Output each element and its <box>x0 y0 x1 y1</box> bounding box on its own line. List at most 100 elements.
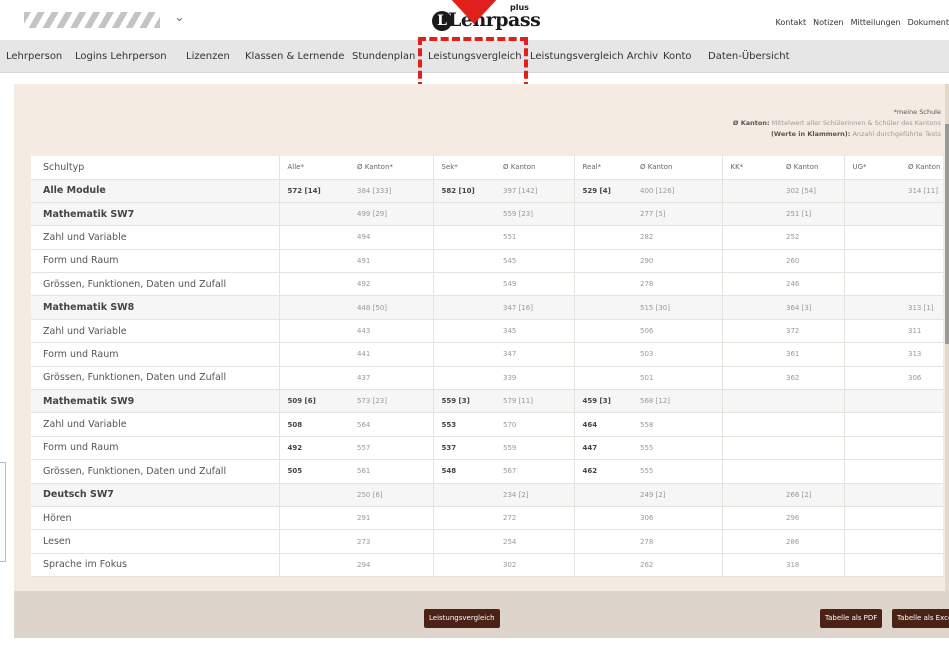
column-header: Alle* <box>278 156 353 180</box>
row-label: Mathematik SW8 <box>31 295 279 320</box>
kanton-value-cell <box>782 459 844 484</box>
school-value-cell <box>573 202 636 227</box>
legend-label-kanton: Ø Kanton: <box>732 119 770 127</box>
school-value-cell <box>432 366 499 391</box>
link-notizen[interactable]: Notizen <box>813 18 843 27</box>
school-value-cell <box>721 249 782 274</box>
table-row: Lesen 273 254 278 286 <box>31 529 943 554</box>
legend-line-2: Ø Kanton: Mittelwert aller Schülerinnen … <box>733 118 941 129</box>
column-header: Real* <box>573 156 636 180</box>
link-kontakt[interactable]: Kontakt <box>776 18 807 27</box>
kanton-value-cell: 491 <box>353 249 433 274</box>
school-value-cell <box>432 483 499 507</box>
school-value-cell <box>573 553 636 578</box>
table-row: Hören 291 272 306 296 <box>31 506 943 531</box>
school-value-cell <box>573 319 636 344</box>
link-mitteilungen[interactable]: Mitteilungen <box>851 18 901 27</box>
school-value-cell <box>843 225 904 250</box>
row-label: Zahl und Variable <box>31 225 279 250</box>
school-value-cell: 548 <box>432 459 499 484</box>
table-row: Zahl und Variable 508 564 553 570 464 558 <box>31 412 943 437</box>
nav-item-konto[interactable]: Konto <box>663 51 692 62</box>
leistungsvergleich-button[interactable]: Leistungsvergleich <box>424 609 500 628</box>
kanton-value-cell: 249 [2] <box>636 483 722 507</box>
school-value-cell: 537 <box>432 436 499 461</box>
school-value-cell <box>573 506 636 531</box>
nav-item-stundenplan[interactable]: Stundenplan <box>352 51 415 62</box>
table-row: Grössen, Funktionen, Daten und Zufall 505… <box>31 459 943 484</box>
school-value-cell <box>843 342 904 367</box>
kanton-value-cell: 311 <box>904 319 943 344</box>
row-label: Zahl und Variable <box>31 319 279 344</box>
top-bar: ⌄ L Lehrpass plus Kontakt Notizen Mittei… <box>0 0 949 40</box>
scrollbar[interactable] <box>945 84 949 591</box>
kanton-value-cell <box>904 389 943 414</box>
school-value-cell <box>843 483 904 507</box>
nav-item-klassen-lernende[interactable]: Klassen & Lernende <box>245 51 344 62</box>
school-value-cell <box>721 553 782 578</box>
kanton-value-cell <box>782 412 844 437</box>
kanton-value-cell: 294 <box>353 553 433 578</box>
kanton-value-cell: 339 <box>499 366 574 391</box>
export-excel-button[interactable]: Tabelle als Exce <box>892 609 949 628</box>
kanton-value-cell: 262 <box>636 553 722 578</box>
export-pdf-button[interactable]: Tabelle als PDF <box>820 609 883 628</box>
brand-plus: plus <box>510 3 529 12</box>
chevron-down-icon[interactable]: ⌄ <box>174 10 185 25</box>
school-value-cell <box>432 272 499 297</box>
kanton-value-cell: 362 <box>782 366 844 391</box>
school-value-cell <box>278 553 353 578</box>
kanton-value-cell: 234 [2] <box>499 483 574 507</box>
kanton-value-cell: 437 <box>353 366 433 391</box>
school-value-cell <box>721 366 782 391</box>
kanton-value-cell: 251 [1] <box>782 202 844 227</box>
school-value-cell <box>278 506 353 531</box>
school-value-cell <box>573 295 636 320</box>
school-value-cell <box>721 295 782 320</box>
school-value-cell <box>432 553 499 578</box>
kanton-value-cell <box>904 459 943 484</box>
kanton-value-cell: 570 <box>499 412 574 437</box>
school-value-cell <box>843 389 904 414</box>
school-value-cell <box>721 389 782 414</box>
nav-item-leistungsvergleich-archiv[interactable]: Leistungsvergleich Archiv <box>530 51 658 62</box>
school-value-cell <box>843 202 904 227</box>
nav-item-lehrperson[interactable]: Lehrperson <box>6 51 62 62</box>
kanton-value-cell <box>782 436 844 461</box>
school-value-cell: 462 <box>573 459 636 484</box>
school-value-cell <box>432 319 499 344</box>
kanton-value-cell: 559 [23] <box>499 202 574 227</box>
school-value-cell <box>843 506 904 531</box>
nav-item-logins-lehrperson[interactable]: Logins Lehrperson <box>75 51 167 62</box>
nav-item-lizenzen[interactable]: Lizenzen <box>186 51 230 62</box>
school-logo[interactable] <box>24 12 160 28</box>
school-value-cell <box>721 483 782 507</box>
kanton-value-cell: 372 <box>782 319 844 344</box>
link-dokumente[interactable]: Dokument <box>908 18 949 27</box>
nav-item-daten-uebersicht[interactable]: Daten-Übersicht <box>708 51 790 62</box>
kanton-value-cell <box>904 202 943 227</box>
table-row: Zahl und Variable 494 551 282 252 <box>31 225 943 250</box>
column-header: Ø Kanton* <box>353 156 433 180</box>
kanton-value-cell: 558 <box>636 412 722 437</box>
kanton-value-cell: 345 <box>499 319 574 344</box>
kanton-value-cell <box>904 436 943 461</box>
kanton-value-cell: 441 <box>353 342 433 367</box>
scrollbar-thumb[interactable] <box>945 124 949 344</box>
kanton-value-cell: 567 <box>499 459 574 484</box>
kanton-value-cell: 503 <box>636 342 722 367</box>
kanton-value-cell: 492 <box>353 272 433 297</box>
school-value-cell <box>278 272 353 297</box>
kanton-value-cell: 254 <box>499 529 574 554</box>
school-value-cell <box>721 272 782 297</box>
kanton-value-cell: 347 [16] <box>499 295 574 320</box>
column-header: Ø Kanton <box>904 156 943 180</box>
legend: *meine Schule Ø Kanton: Mittelwert aller… <box>733 107 941 140</box>
school-value-cell: 447 <box>573 436 636 461</box>
school-value-cell <box>278 202 353 227</box>
kanton-value-cell: 278 <box>636 529 722 554</box>
kanton-value-cell: 313 [1] <box>904 295 943 320</box>
kanton-value-cell: 278 <box>636 272 722 297</box>
table-header-row: Schultyp Alle* Ø Kanton* Sek* Ø Kanton Real* Ø… <box>31 156 943 180</box>
school-value-cell <box>843 529 904 554</box>
